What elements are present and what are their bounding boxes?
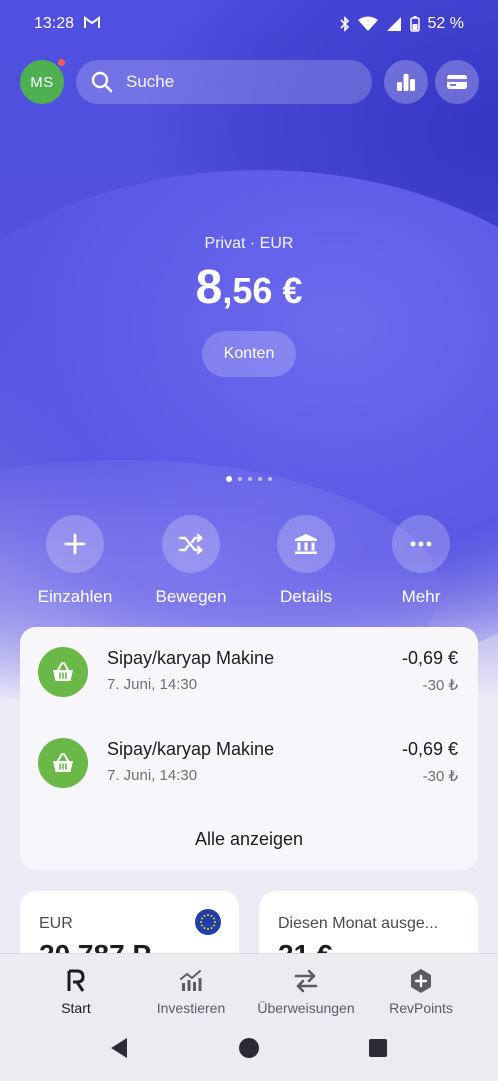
nav-invest[interactable]: Investieren [129,966,253,1016]
bar-chart-icon [397,74,415,91]
deposit-button[interactable] [46,515,104,573]
plus-icon [64,533,86,555]
wifi-icon [357,16,378,31]
home-icon[interactable] [238,1037,260,1059]
shopping-basket-icon [38,738,88,788]
deposit-action[interactable]: Einzahlen [20,515,130,607]
transactions-card: Sipay/karyap Makine 7. Juni, 14:30 -0,69… [20,627,478,870]
eur-card-title: EUR [39,915,73,932]
show-all-button[interactable]: Alle anzeigen [20,829,478,850]
more-icon [410,541,432,547]
chart-icon [180,970,202,991]
balance-main: 8 [195,261,223,314]
battery-icon [409,16,420,32]
notification-dot [58,59,65,66]
nav-revpoints[interactable]: RevPoints [359,966,483,1016]
bottom-navigation: Start Investieren Überweisungen RevPoint… [0,953,498,1081]
nav-transfers-label: Überweisungen [257,1000,355,1016]
transaction-name: Sipay/karyap Makine [107,648,275,668]
details-button[interactable] [277,515,335,573]
credit-card-icon [447,75,467,89]
cards-button[interactable] [435,60,479,104]
transaction-original-amount: -30 ₺ [422,677,458,694]
transaction-amount: -0,69 € [401,739,458,759]
details-label: Details [280,587,332,606]
signal-icon [386,17,401,31]
recents-icon[interactable] [368,1038,388,1058]
gmail-icon [84,16,100,28]
more-button[interactable] [392,515,450,573]
search-icon [91,71,113,93]
transaction-row[interactable]: Sipay/karyap Makine 7. Juni, 14:30 -0,69… [20,644,478,704]
more-action[interactable]: Mehr [366,515,476,607]
system-icons: 52 % [339,15,464,33]
nav-revpoints-label: RevPoints [389,1000,453,1016]
search-bar[interactable]: Suche [76,60,372,104]
battery-percent: 52 % [427,15,464,32]
revpoints-icon [411,969,431,993]
move-button[interactable] [162,515,220,573]
status-time: 13:28 [34,15,75,32]
move-action[interactable]: Bewegen [136,515,246,607]
eu-flag-icon [195,909,221,935]
more-label: Mehr [401,587,441,606]
back-icon[interactable] [109,1037,129,1059]
accounts-button[interactable]: Konten [202,331,296,377]
status-bar: 13:28 52 % [0,0,498,48]
deposit-label: Einzahlen [37,587,113,606]
transaction-original-amount: -30 ₺ [422,768,458,785]
balance: 8,56 € [0,260,498,315]
shopping-basket-icon [38,647,88,697]
search-placeholder: Suche [126,72,175,91]
avatar-initials: MS [30,73,54,91]
move-label: Bewegen [155,587,227,606]
balance-rest: ,56 € [222,270,303,311]
nav-invest-label: Investieren [156,1000,226,1016]
details-action[interactable]: Details [251,515,361,607]
avatar[interactable]: MS [20,59,65,104]
transaction-name: Sipay/karyap Makine [107,739,275,759]
bank-icon [295,534,317,554]
nav-start-label: Start [61,1000,91,1016]
transaction-date: 7. Juni, 14:30 [107,676,198,693]
revolut-logo-icon [67,969,85,992]
analytics-button[interactable] [384,60,428,104]
transaction-date: 7. Juni, 14:30 [107,767,198,784]
shuffle-icon [178,533,203,555]
transfer-arrows-icon [294,969,318,993]
page-indicator [0,476,498,482]
account-label: Privat · EUR [204,235,294,252]
bluetooth-icon [339,16,349,32]
nav-transfers[interactable]: Überweisungen [244,966,368,1016]
nav-start[interactable]: Start [14,966,138,1016]
monthly-spending-title: Diesen Monat ausge... [278,915,439,932]
transaction-amount: -0,69 € [401,648,458,668]
transaction-row[interactable]: Sipay/karyap Makine 7. Juni, 14:30 -0,69… [20,735,478,795]
